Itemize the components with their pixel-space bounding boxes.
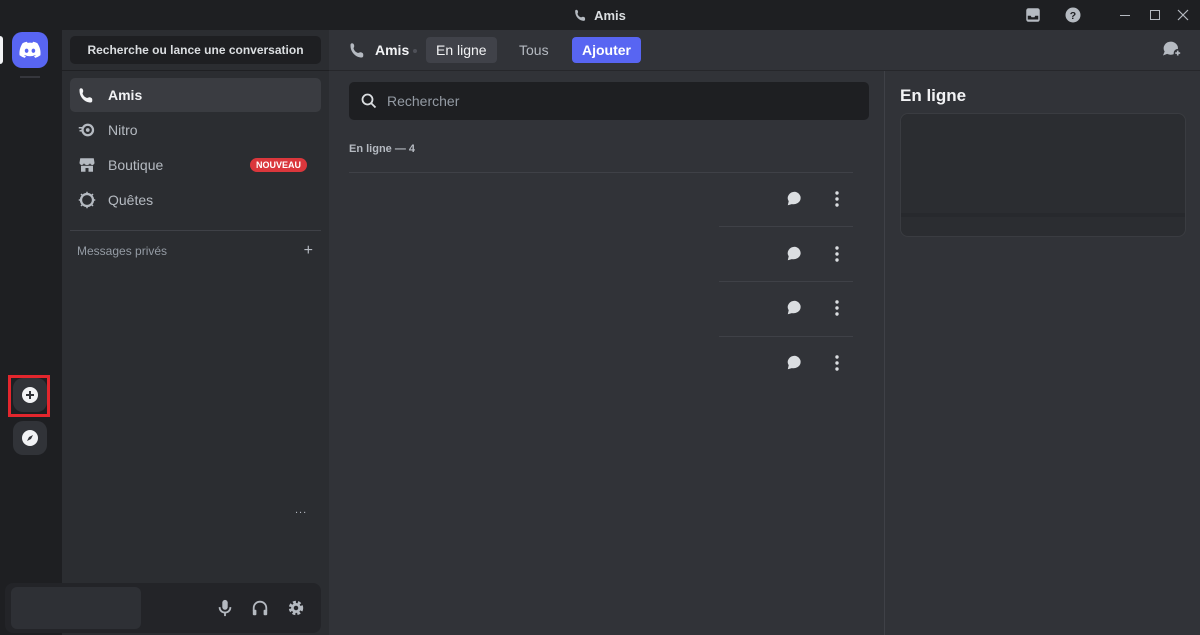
sidebar-item-boutique[interactable]: Boutique NOUVEAU xyxy=(70,148,321,182)
friend-row-actions xyxy=(784,347,854,379)
tab-tous[interactable]: Tous xyxy=(509,37,559,63)
microphone-icon[interactable] xyxy=(213,596,237,620)
more-vertical-icon[interactable] xyxy=(826,243,848,265)
quests-icon xyxy=(78,191,96,209)
search-icon xyxy=(361,93,377,109)
dm-header: Messages privés + xyxy=(77,242,313,260)
title-bar: Amis ? xyxy=(0,0,1200,30)
server-rail xyxy=(0,30,62,635)
search-input[interactable]: Rechercher xyxy=(349,82,869,120)
list-divider xyxy=(719,336,853,337)
list-divider xyxy=(349,172,853,173)
search-placeholder: Rechercher xyxy=(387,93,460,109)
tab-en-ligne[interactable]: En ligne xyxy=(426,37,497,63)
svg-text:?: ? xyxy=(1070,10,1076,22)
help-icon[interactable]: ? xyxy=(1058,0,1088,30)
home-button[interactable] xyxy=(12,32,48,68)
user-info[interactable] xyxy=(11,587,141,629)
discover-button[interactable] xyxy=(13,421,47,455)
friend-row-actions xyxy=(784,183,854,215)
user-panel xyxy=(5,583,321,633)
friend-row-actions xyxy=(784,238,854,270)
page-title-text: Amis xyxy=(375,42,410,58)
online-count-label: En ligne — 4 xyxy=(349,143,416,155)
friends-icon xyxy=(575,9,586,21)
sidebar-divider xyxy=(62,70,329,71)
nitro-icon xyxy=(78,121,96,139)
compass-icon xyxy=(22,430,38,446)
find-conversation-label: Recherche ou lance une conversation xyxy=(87,43,304,57)
message-icon[interactable] xyxy=(784,352,806,374)
friends-icon xyxy=(350,43,364,58)
new-group-dm-icon[interactable] xyxy=(1162,40,1184,62)
sidebar-item-label: Quêtes xyxy=(108,192,154,208)
inbox-icon[interactable] xyxy=(1018,0,1048,30)
message-icon[interactable] xyxy=(784,297,806,319)
discord-logo-icon xyxy=(19,41,41,58)
more-vertical-icon[interactable] xyxy=(826,297,848,319)
new-badge: NOUVEAU xyxy=(249,158,307,172)
highlight-box xyxy=(8,375,50,417)
rail-divider xyxy=(20,76,40,78)
dm-sidebar: Recherche ou lance une conversation Amis… xyxy=(62,30,329,635)
friends-list: Rechercher En ligne — 4 xyxy=(329,71,884,635)
more-vertical-icon[interactable] xyxy=(826,188,848,210)
message-icon[interactable] xyxy=(784,188,806,210)
more-vertical-icon[interactable] xyxy=(826,352,848,374)
friends-header: Amis En ligne Tous Ajouter xyxy=(329,30,1200,71)
message-icon[interactable] xyxy=(784,243,806,265)
dm-header-label: Messages privés xyxy=(77,244,168,258)
list-divider xyxy=(719,226,853,227)
window-title-text: Amis xyxy=(594,7,626,23)
sidebar-item-amis[interactable]: Amis xyxy=(70,78,321,112)
find-conversation-button[interactable]: Recherche ou lance une conversation xyxy=(70,36,321,64)
create-dm-button[interactable]: + xyxy=(304,242,313,260)
sidebar-item-label: Amis xyxy=(108,87,143,103)
settings-icon[interactable] xyxy=(284,596,308,620)
shop-icon xyxy=(78,156,96,174)
active-now-card[interactable] xyxy=(900,113,1186,237)
friends-icon xyxy=(78,86,96,104)
selected-indicator xyxy=(0,36,3,64)
headphones-icon[interactable] xyxy=(248,596,272,620)
list-divider xyxy=(719,281,853,282)
tab-ajouter[interactable]: Ajouter xyxy=(572,37,641,63)
close-icon[interactable] xyxy=(1168,0,1198,30)
active-now-card-body xyxy=(901,114,1185,217)
sidebar-item-label: Nitro xyxy=(108,122,138,138)
more-dots[interactable]: ... xyxy=(295,504,307,516)
page-title: Amis xyxy=(349,37,409,63)
friend-row-actions xyxy=(784,292,854,324)
active-now-panel: En ligne xyxy=(884,71,1200,635)
sidebar-item-nitro[interactable]: Nitro xyxy=(70,113,321,147)
sidebar-item-label: Boutique xyxy=(108,157,164,173)
maximize-icon[interactable] xyxy=(1140,0,1170,30)
sidebar-item-quetes[interactable]: Quêtes xyxy=(70,183,321,217)
active-now-title: En ligne xyxy=(900,86,967,105)
dm-divider xyxy=(70,230,321,231)
minimize-icon[interactable] xyxy=(1110,0,1140,30)
header-divider-dot xyxy=(413,49,417,53)
